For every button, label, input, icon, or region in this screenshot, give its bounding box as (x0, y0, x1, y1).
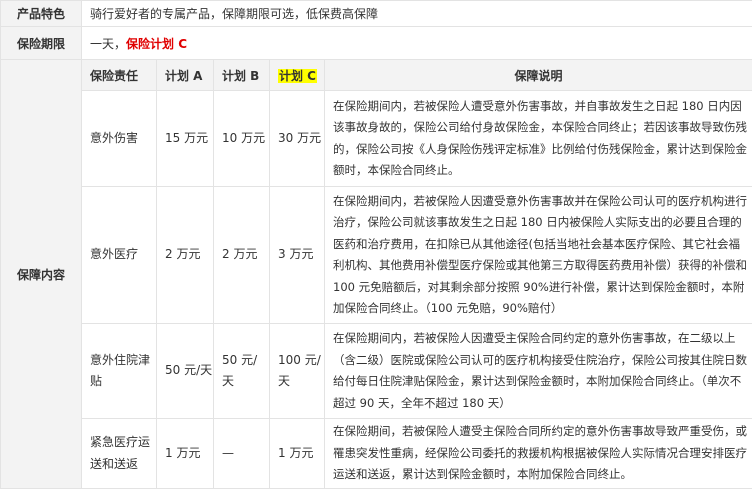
table-row: 意外伤害 15 万元 10 万元 30 万元 在保险期间内，若被保险人遭受意外伤… (1, 91, 752, 187)
row-desc: 在保险期间内，若被保险人遭受意外伤害事故，并自事故发生之日起 180 日内因该事… (325, 91, 752, 187)
row-plan-a: 2 万元 (157, 187, 214, 324)
row-plan-b: — (214, 419, 270, 489)
row-name: 紧急医疗运送和送返 (82, 419, 157, 489)
table-row: 紧急医疗运送和送返 1 万元 — 1 万元 在保险期间，若被保险人遭受主保险合同… (1, 419, 752, 489)
header-item: 保险责任 (82, 60, 157, 91)
row-plan-a: 50 元/天 (157, 324, 214, 419)
header-plan-c: 计划 C (270, 60, 325, 91)
row-plan-c: 1 万元 (270, 419, 325, 489)
row-plan-b: 50 元/天 (214, 324, 270, 419)
coverage-label: 保障内容 (1, 60, 82, 489)
row-plan-b: 2 万元 (214, 187, 270, 324)
row-name: 意外住院津贴 (82, 324, 157, 419)
row-plan-a: 1 万元 (157, 419, 214, 489)
features-text: 骑行爱好者的专属产品，保障期限可选，低保费高保障 (82, 1, 752, 27)
row-desc: 在保险期间内，若被保险人因遭受主保险合同约定的意外伤害事故，在二级以上（含二级）… (325, 324, 752, 419)
insurance-table: 产品特色 骑行爱好者的专属产品，保障期限可选，低保费高保障 保险期限 一天，保险… (0, 0, 752, 489)
features-label: 产品特色 (1, 1, 82, 27)
header-desc: 保障说明 (325, 60, 752, 91)
period-prefix: 一天， (90, 37, 126, 51)
period-label: 保险期限 (1, 27, 82, 60)
row-plan-c: 3 万元 (270, 187, 325, 324)
row-plan-a: 15 万元 (157, 91, 214, 187)
row-name: 意外伤害 (82, 91, 157, 187)
plan-c-highlight: 计划 C (278, 69, 317, 83)
row-plan-c: 100 元/天 (270, 324, 325, 419)
header-plan-b: 计划 B (214, 60, 270, 91)
table-row: 意外住院津贴 50 元/天 50 元/天 100 元/天 在保险期间内，若被保险… (1, 324, 752, 419)
row-name: 意外医疗 (82, 187, 157, 324)
period-plan: 保险计划 C (126, 37, 187, 51)
row-desc: 在保险期间，若被保险人遭受主保险合同所约定的意外伤害事故导致严重受伤，或罹患突发… (325, 419, 752, 489)
period-value: 一天，保险计划 C (82, 27, 752, 60)
table-row: 意外医疗 2 万元 2 万元 3 万元 在保险期间内，若被保险人因遭受意外伤害事… (1, 187, 752, 324)
row-plan-c: 30 万元 (270, 91, 325, 187)
row-desc: 在保险期间内，若被保险人因遭受意外伤害事故并在保险公司认可的医疗机构进行治疗，保… (325, 187, 752, 324)
row-plan-b: 10 万元 (214, 91, 270, 187)
header-plan-a: 计划 A (157, 60, 214, 91)
